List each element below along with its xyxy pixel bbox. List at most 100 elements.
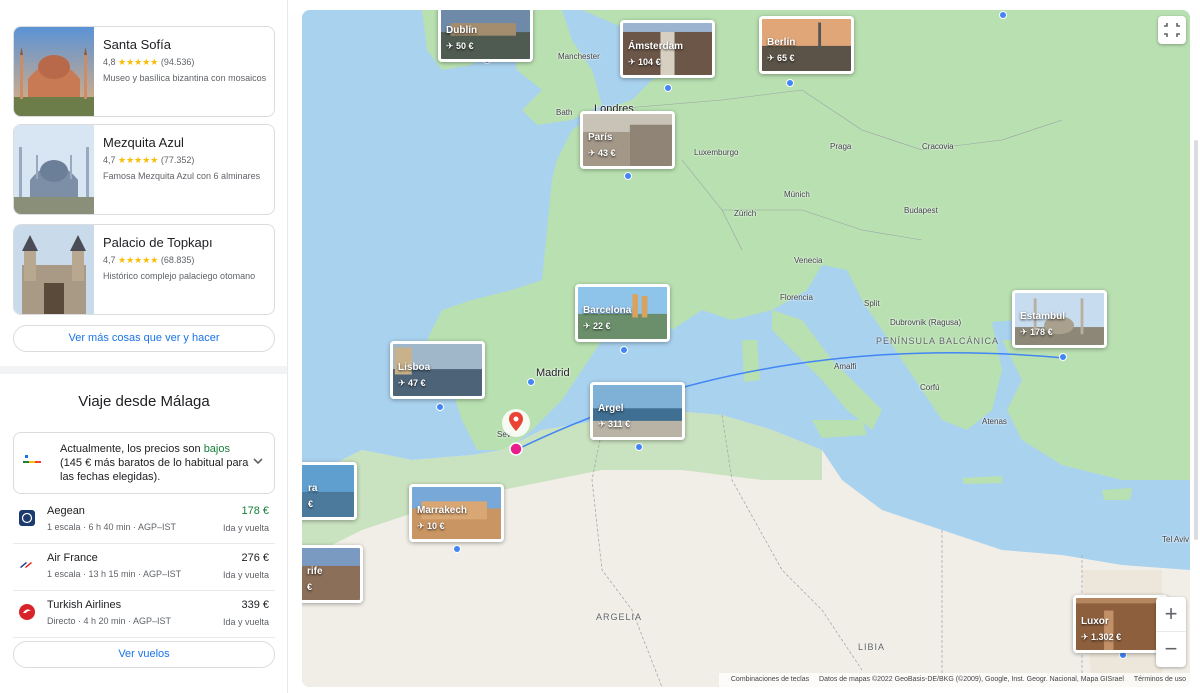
price-value: 1.302 € — [1091, 632, 1122, 642]
airline-name: Turkish Airlines — [47, 599, 122, 611]
city-label: Florencia — [780, 293, 813, 302]
city-pin — [999, 11, 1007, 19]
city-label: Luxemburgo — [694, 148, 739, 157]
destination-price: ✈ 311 € — [598, 419, 631, 429]
page-scrollbar[interactable] — [1194, 140, 1198, 540]
star-rating-icon: ★★★★★ — [118, 255, 159, 265]
flight-price: 339 € — [241, 599, 269, 611]
city-label: Atenas — [982, 417, 1007, 426]
destination-name: Luxor — [1081, 616, 1109, 627]
region-label: LIBIA — [858, 642, 886, 652]
city-label: Praga — [830, 142, 852, 151]
zoom-control: + − — [1156, 597, 1186, 667]
destination-price: ✈ 47 € — [398, 378, 426, 388]
destination-name: Barcelona — [583, 305, 632, 316]
destination-price: ✈ 178 € — [1020, 327, 1053, 337]
destination-name: ra — [308, 483, 318, 494]
destination-card-paris[interactable]: París ✈ 43 € — [580, 111, 675, 169]
rating-value: 4,8 — [103, 57, 116, 67]
destination-name: París — [588, 132, 613, 143]
city-pin — [620, 346, 628, 354]
airline-name: Air France — [47, 552, 98, 564]
destination-card-partial[interactable]: rife € — [302, 545, 363, 603]
flight-details: 1 escala · 6 h 40 min · AGP–IST — [47, 522, 177, 532]
exit-fullscreen-icon — [1164, 23, 1180, 37]
zoom-in-button[interactable]: + — [1156, 597, 1186, 632]
destination-card-lisboa[interactable]: Lisboa ✈ 47 € — [390, 341, 485, 399]
city-label: Corfú — [920, 383, 940, 392]
destination-price: ✈ 22 € — [583, 321, 611, 331]
price-value: 22 € — [593, 321, 611, 331]
keyboard-shortcuts-link[interactable]: Combinaciones de teclas — [731, 676, 809, 683]
city-label: Madrid — [536, 367, 570, 379]
city-label: Cracovia — [922, 142, 954, 151]
page: Santa Sofía 4,8 ★★★★★ (94.536) Museo y b… — [0, 0, 1200, 693]
aegean-logo-icon — [19, 510, 35, 526]
flight-row-turkish-airlines[interactable]: Turkish Airlines Directo · 4 h 20 min · … — [13, 592, 275, 638]
price-value: 65 € — [777, 53, 795, 63]
destination-name: Argel — [598, 403, 624, 414]
flight-row-air-france[interactable]: Air France 1 escala · 13 h 15 min · AGP–… — [13, 545, 275, 591]
destination-card-amsterdam[interactable]: Ámsterdam ✈ 104 € — [620, 20, 715, 78]
map-data-attribution: Datos de mapas ©2022 GeoBasis-DE/BKG (©2… — [819, 676, 1124, 683]
destination-name: Lisboa — [398, 362, 431, 373]
destination-card-dublin[interactable]: Dublín ✈ 50 € — [438, 10, 533, 62]
map-attribution: Combinaciones de teclas Datos de mapas ©… — [718, 673, 1190, 687]
exit-fullscreen-button[interactable] — [1158, 16, 1186, 44]
trip-type: Ida y vuelta — [222, 570, 269, 580]
attraction-rating: 4,8 ★★★★★ (94.536) — [103, 57, 194, 68]
destination-price: € — [307, 582, 313, 592]
flight-row-aegean[interactable]: Aegean 1 escala · 6 h 40 min · AGP–IST 1… — [13, 498, 275, 544]
destinations-map[interactable]: Manchester Bath Londres Luxemburgo Praga… — [302, 10, 1190, 687]
attraction-card-topkapi[interactable]: Palacio de Topkapı 4,7 ★★★★★ (68.835) Hi… — [13, 224, 275, 315]
zoom-out-button[interactable]: − — [1156, 632, 1186, 667]
price-value: 104 € — [638, 57, 661, 67]
destination-card-estambul[interactable]: Estambul ✈ 178 € — [1012, 290, 1107, 348]
price-insight-prefix: Actualmente, los precios son — [60, 443, 204, 455]
city-pin — [1059, 353, 1067, 361]
region-label: PENÍNSULA BALCÁNICA — [876, 336, 1000, 346]
destination-price: € — [308, 499, 314, 509]
price-value: 178 € — [1030, 327, 1053, 337]
city-label: Zúrich — [734, 209, 757, 218]
trip-type: Ida y vuelta — [222, 523, 269, 533]
city-label: Budapest — [904, 206, 938, 215]
city-pin — [635, 443, 643, 451]
see-more-things-button[interactable]: Ver más cosas que ver y hacer — [13, 325, 275, 352]
destination-card-luxor[interactable]: Luxor ✈ 1.302 € — [1073, 595, 1168, 653]
rating-value: 4,7 — [103, 155, 116, 165]
price-insight-detail: (145 € más baratos de lo habitual para l… — [60, 457, 249, 483]
price-value: 311 € — [608, 419, 631, 429]
city-pin — [453, 545, 461, 553]
air-france-logo-icon — [20, 562, 32, 568]
destination-card-berlin[interactable]: Berlín ✈ 65 € — [759, 16, 854, 74]
attraction-title: Palacio de Topkapı — [103, 235, 213, 250]
attraction-card-mezquita-azul[interactable]: Mezquita Azul 4,7 ★★★★★ (77.352) Famosa … — [13, 124, 275, 215]
attraction-photo — [14, 225, 94, 314]
price-value: 47 € — [408, 378, 426, 388]
rating-value: 4,7 — [103, 255, 116, 265]
destination-name: Ámsterdam — [628, 41, 684, 52]
section-divider — [0, 366, 287, 374]
destination-name: Dublín — [446, 25, 478, 36]
price-insight-box[interactable]: Actualmente, los precios son bajos (145 … — [13, 432, 275, 494]
flight-details: Directo · 4 h 20 min · AGP–IST — [47, 616, 172, 626]
destination-card-partial[interactable]: ra € — [302, 462, 357, 520]
destination-card-argel[interactable]: Argel ✈ 311 € — [590, 382, 685, 440]
destination-name: rife — [307, 566, 323, 577]
chevron-down-icon[interactable] — [252, 455, 264, 467]
view-flights-button[interactable]: Ver vuelos — [13, 641, 275, 668]
city-pin — [624, 172, 632, 180]
side-panel: Santa Sofía 4,8 ★★★★★ (94.536) Museo y b… — [0, 0, 288, 693]
destination-card-barcelona[interactable]: Barcelona ✈ 22 € — [575, 284, 670, 342]
attraction-photo — [14, 125, 94, 214]
flight-price: 276 € — [241, 552, 269, 564]
city-label: Manchester — [558, 52, 600, 61]
terms-link[interactable]: Términos de uso — [1134, 676, 1186, 683]
attraction-card-santa-sofia[interactable]: Santa Sofía 4,8 ★★★★★ (94.536) Museo y b… — [13, 26, 275, 117]
price-insight-text: Actualmente, los precios son bajos (145 … — [60, 442, 250, 484]
attraction-description: Museo y basílica bizantina con mosaicos — [103, 73, 267, 83]
flight-price: 178 € — [241, 505, 269, 517]
destination-card-marrakech[interactable]: Marrakech ✈ 10 € — [409, 484, 504, 542]
review-count: (77.352) — [160, 155, 195, 165]
